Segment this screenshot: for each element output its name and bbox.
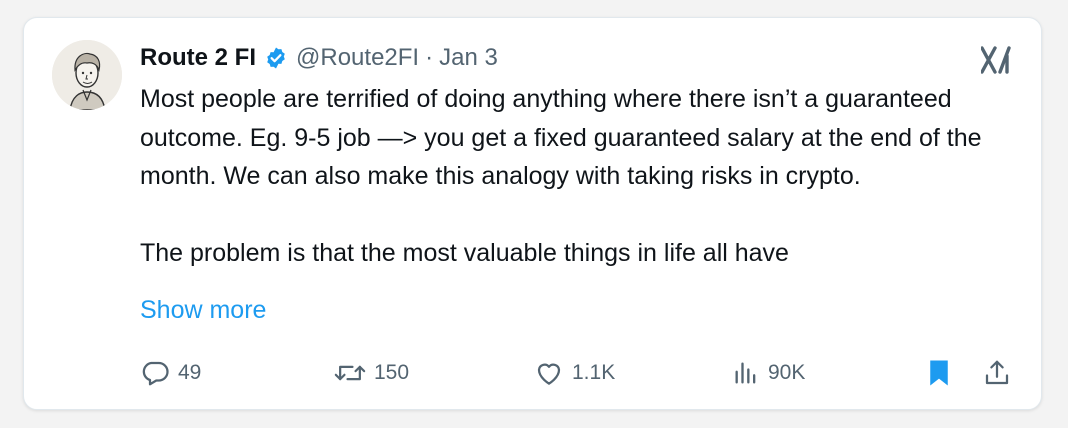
tweet-card[interactable]: Route 2 FI @Route2FI · Jan 3 Most people…: [23, 17, 1042, 410]
show-more-link[interactable]: Show more: [140, 296, 266, 325]
views-icon: [732, 358, 760, 388]
tweet-date[interactable]: Jan 3: [439, 44, 498, 72]
tweet-paragraph: The problem is that the most valuable th…: [140, 239, 789, 267]
bookmark-button[interactable]: [926, 353, 952, 393]
author-name[interactable]: Route 2 FI: [140, 44, 256, 72]
heart-icon: [534, 358, 564, 388]
share-button[interactable]: [982, 353, 1012, 393]
views-count: 90K: [768, 361, 806, 384]
bookmark-icon: [926, 358, 952, 388]
reply-count: 49: [178, 361, 202, 384]
repost-count: 150: [374, 361, 410, 384]
x-logo-icon[interactable]: [980, 46, 1011, 79]
tweet-actions: 49 150 1.1K 90K: [24, 353, 1041, 393]
share-icon: [982, 358, 1012, 388]
header-separator: ·: [425, 44, 434, 71]
author-handle[interactable]: @Route2FI: [296, 44, 419, 72]
avatar[interactable]: [52, 40, 122, 110]
tweet-text: Most people are terrified of doing anyth…: [140, 80, 1000, 273]
repost-icon: [334, 358, 366, 388]
reply-icon: [140, 358, 170, 388]
tweet-header: Route 2 FI @Route2FI · Jan 3: [140, 42, 498, 74]
like-button[interactable]: 1.1K: [534, 353, 615, 393]
reply-button[interactable]: 49: [140, 353, 201, 393]
like-count: 1.1K: [572, 361, 616, 384]
tweet-paragraph: Most people are terrified of doing anyth…: [140, 85, 982, 190]
repost-button[interactable]: 150: [334, 353, 409, 393]
verified-badge-icon: [264, 46, 288, 70]
views-button[interactable]: 90K: [732, 353, 805, 393]
